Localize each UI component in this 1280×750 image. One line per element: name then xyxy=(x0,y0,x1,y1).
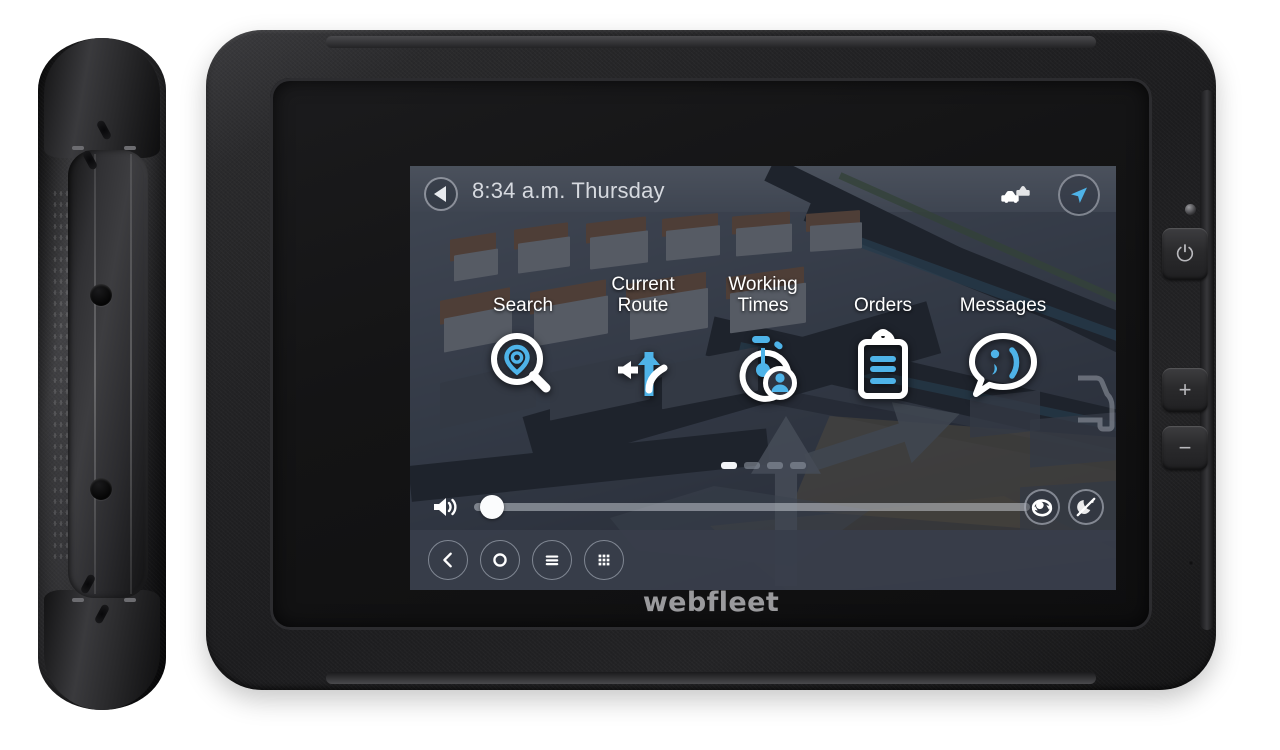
back-arrow-icon xyxy=(433,186,446,202)
microphone-hole xyxy=(1188,560,1194,566)
clock-label: 8:34 a.m. Thursday xyxy=(472,178,665,203)
side-profile-clip xyxy=(124,598,136,602)
case-bottom-seam xyxy=(326,672,1096,684)
menu-label-line2: Times xyxy=(737,295,789,316)
power-icon: ⏻ xyxy=(1176,241,1194,266)
volume-slider[interactable] xyxy=(474,495,1030,519)
brand-logo: webfleet xyxy=(642,587,780,618)
speaker-volume-icon[interactable] xyxy=(432,495,460,519)
case-right-strip xyxy=(1200,90,1214,630)
device-screen[interactable]: 8:34 a.m. Thursday Search Current Route … xyxy=(410,166,1116,590)
grid-dots-icon xyxy=(598,554,610,566)
navigation-arrow-icon xyxy=(1071,187,1087,203)
main-menu: Search Current Route Working Times Order… xyxy=(410,274,1116,404)
menu-item-working-times[interactable]: Working Times xyxy=(703,274,823,404)
android-home-button[interactable] xyxy=(480,540,520,580)
page-dot[interactable] xyxy=(789,462,806,469)
side-profile-mount-hole-top xyxy=(90,284,112,306)
vehicle-icon[interactable] xyxy=(1078,362,1116,436)
menu-item-search[interactable]: Search xyxy=(463,274,583,404)
page-indicator xyxy=(410,462,1116,469)
menu-label-messages: Messages xyxy=(959,295,1047,316)
back-button[interactable] xyxy=(424,177,458,211)
menu-item-messages[interactable]: Messages xyxy=(943,274,1063,404)
minus-icon: − xyxy=(1178,435,1192,460)
volume-down-button[interactable]: − xyxy=(1162,426,1208,470)
page-dot[interactable] xyxy=(766,462,783,469)
side-profile-seam-right xyxy=(130,154,132,594)
menu-label-line1: Current xyxy=(611,274,675,295)
side-profile-inner-panel xyxy=(68,150,148,598)
menu-label-line1: Working xyxy=(728,274,798,295)
volume-bar xyxy=(410,489,1116,525)
orders-clipboard-icon xyxy=(844,326,922,404)
traffic-cars-icon[interactable] xyxy=(998,182,1032,206)
hamburger-icon xyxy=(545,555,559,566)
side-profile-seam-left xyxy=(94,154,96,594)
navigation-arrow-button[interactable] xyxy=(1058,174,1100,216)
device-side-profile-view xyxy=(38,38,166,710)
plus-icon: + xyxy=(1178,377,1192,402)
side-profile-top-cap xyxy=(44,38,160,158)
status-bar: 8:34 a.m. Thursday xyxy=(410,166,1116,222)
menu-label-working-times: Working Times xyxy=(728,274,797,316)
device-bezel: webfleet 8:34 a.m. Thursday Search Curre… xyxy=(270,78,1152,630)
status-led-indicator xyxy=(1185,204,1196,215)
menu-label-current-route: Current Route xyxy=(611,274,674,316)
chevron-left-icon xyxy=(443,552,452,568)
device-front-view: ⏻ + − webfleet 8:34 a.m. Thursday Search… xyxy=(206,30,1216,690)
page-dot-active[interactable] xyxy=(720,462,737,469)
route-view-toggle-icon[interactable] xyxy=(1024,489,1060,525)
menu-label-search: Search xyxy=(492,295,554,316)
menu-item-current-route[interactable]: Current Route xyxy=(583,274,703,404)
android-system-bar xyxy=(410,530,1116,590)
side-profile-clip xyxy=(124,146,136,150)
android-recents-button[interactable] xyxy=(532,540,572,580)
side-profile-mount-hole-bottom xyxy=(90,478,112,500)
circle-icon xyxy=(493,553,507,567)
side-profile-texture-dots xyxy=(52,188,68,560)
android-app-drawer-button[interactable] xyxy=(584,540,624,580)
night-mode-off-icon[interactable] xyxy=(1068,489,1104,525)
messages-bubble-icon xyxy=(964,326,1042,404)
volume-slider-handle[interactable] xyxy=(480,495,504,519)
android-back-button[interactable] xyxy=(428,540,468,580)
side-profile-clip xyxy=(72,598,84,602)
page-dot[interactable] xyxy=(743,462,760,469)
menu-label-orders: Orders xyxy=(853,295,913,316)
current-route-arrows-icon xyxy=(604,326,682,404)
working-times-stopwatch-icon xyxy=(724,326,802,404)
screenshot-root: ⏻ + − webfleet 8:34 a.m. Thursday Search… xyxy=(0,0,1280,750)
volume-slider-track xyxy=(474,503,1030,511)
power-button[interactable]: ⏻ xyxy=(1162,228,1208,280)
menu-item-orders[interactable]: Orders xyxy=(823,274,943,404)
volume-up-button[interactable]: + xyxy=(1162,368,1208,412)
search-pin-icon xyxy=(484,326,562,404)
case-top-seam xyxy=(326,36,1096,48)
side-profile-clip xyxy=(72,146,84,150)
menu-label-line2: Route xyxy=(617,295,669,316)
